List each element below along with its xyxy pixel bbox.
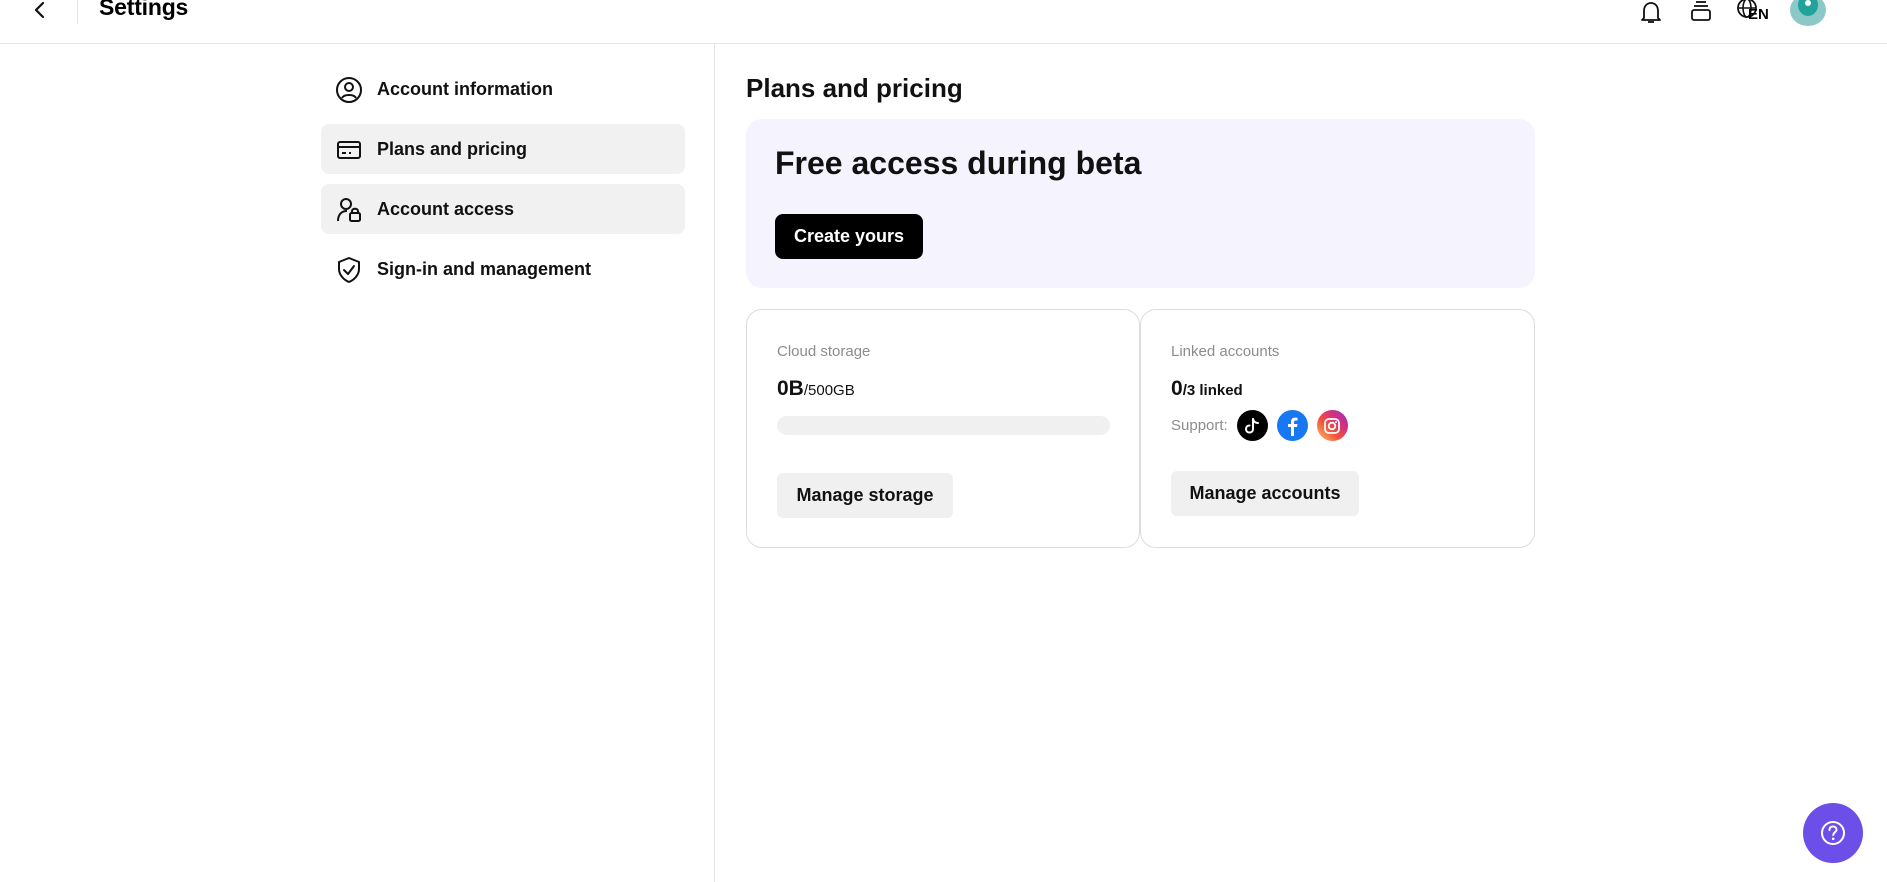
linked-count-total: /3 linked: [1182, 382, 1243, 399]
sidebar-item-account-information[interactable]: Account information: [321, 64, 685, 114]
linked-count-value: 0: [1171, 377, 1183, 400]
layers-button[interactable]: [1685, 0, 1717, 28]
storage-usage: 0B /500GB: [777, 377, 855, 401]
sidebar-item-label: Account access: [377, 199, 515, 219]
manage-storage-button[interactable]: Manage storage: [777, 473, 953, 518]
notifications-button[interactable]: [1635, 0, 1667, 28]
linked-count: 0 /3 linked: [1171, 377, 1243, 401]
section-title: Plans and pricing: [746, 73, 963, 103]
sidebar-item-label: Sign-in and management: [377, 259, 592, 279]
manage-accounts-button[interactable]: Manage accounts: [1171, 471, 1359, 516]
sidebar-item-account-access[interactable]: Account access: [321, 184, 685, 234]
help-icon: [1821, 821, 1845, 845]
back-button[interactable]: [26, 0, 54, 24]
top-bar: Settings EN: [0, 0, 1887, 44]
language-label: EN: [1748, 6, 1769, 23]
facebook-icon: [1276, 410, 1308, 441]
storage-total: /500GB: [803, 382, 855, 399]
shield-check-icon: [335, 256, 363, 284]
layers-icon: [1691, 1, 1711, 21]
cloud-storage-card: Cloud storage 0B /500GB Manage storage: [746, 309, 1140, 548]
header-divider: [77, 0, 78, 24]
sidebar-divider: [714, 44, 715, 882]
user-circle-icon: [335, 76, 363, 104]
cloud-storage-label: Cloud storage: [777, 343, 871, 360]
storage-used: 0B: [777, 377, 804, 400]
sidebar-item-label: Account information: [377, 79, 553, 99]
supported-platforms: Support:: [1171, 410, 1357, 441]
sidebar-item-label: Plans and pricing: [377, 139, 528, 159]
avatar[interactable]: [1790, 0, 1826, 26]
storage-progress-bar: [777, 416, 1110, 435]
linked-accounts-label: Linked accounts: [1171, 343, 1280, 360]
sidebar-item-plans-and-pricing[interactable]: Plans and pricing: [321, 124, 685, 174]
linked-accounts-card: Linked accounts 0 /3 linked Support: Man…: [1140, 309, 1535, 548]
instagram-icon: [1316, 410, 1348, 441]
create-yours-button[interactable]: Create yours: [775, 214, 923, 259]
sidebar-item-sign-in-and-management[interactable]: Sign-in and management: [321, 244, 685, 294]
beta-banner: Free access during beta Create yours: [746, 119, 1535, 288]
back-arrow-icon: [34, 1, 45, 19]
avatar-eye: [1805, 0, 1811, 6]
page-title: Settings: [99, 0, 189, 20]
support-label: Support:: [1171, 417, 1228, 434]
beta-title: Free access during beta: [775, 145, 1142, 181]
tiktok-icon: [1236, 410, 1268, 441]
bell-icon: [1641, 2, 1661, 23]
user-lock-icon: [335, 196, 363, 224]
credit-card-icon: [335, 136, 363, 164]
help-button[interactable]: [1803, 803, 1863, 863]
